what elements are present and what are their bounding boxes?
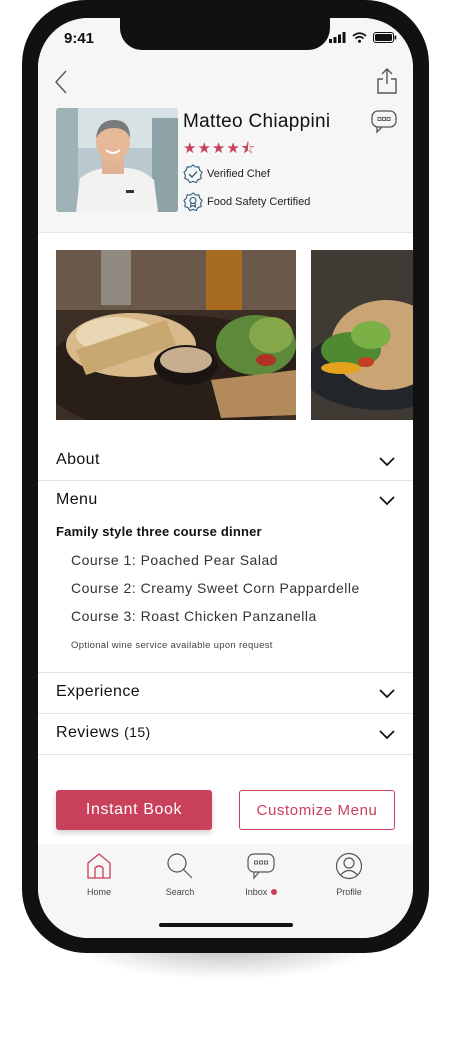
menu-course: Course 1: Poached Pear Salad [71,552,279,568]
wine-service-note: Optional wine service available upon req… [71,640,273,651]
tab-inbox-label: Inbox [231,887,291,897]
home-icon [87,853,111,879]
verified-chef-label: Verified Chef [207,168,270,180]
chevron-down-icon[interactable] [379,730,395,740]
signal-icon [329,32,346,43]
wifi-icon [352,32,367,43]
verified-chef-badge: Verified Chef [183,164,270,184]
reviews-label: Reviews [56,724,120,741]
dish-gallery[interactable] [56,250,413,420]
customize-menu-button[interactable]: Customize Menu [239,790,395,830]
reviews-count: (15) [124,724,151,740]
profile-icon [335,852,363,880]
tab-search-label: Search [165,887,195,897]
reviews-title: Reviews (15) [56,724,151,742]
about-section[interactable]: About [38,441,413,481]
chef-avatar [56,108,178,212]
menu-subtitle: Family style three course dinner [56,524,262,539]
reviews-section[interactable]: Reviews (15) [38,714,413,755]
tab-profile-label: Profile [336,887,362,897]
chef-header: Matteo Chiappini ★★★★⯪ Verified Chef Foo… [38,62,413,233]
verified-check-icon [183,164,203,184]
instant-book-button[interactable]: Instant Book [56,790,212,830]
message-icon[interactable] [371,110,397,134]
home-indicator [159,923,293,927]
rating-stars: ★★★★⯪ [183,140,256,157]
food-safety-label: Food Safety Certified [207,196,311,208]
menu-title[interactable]: Menu [56,491,98,509]
dish-photo-2[interactable] [311,250,413,420]
chevron-down-icon[interactable] [379,496,395,506]
menu-course: Course 2: Creamy Sweet Corn Pappardelle [71,580,360,596]
status-time: 9:41 [64,30,95,47]
tab-profile[interactable]: Profile [319,852,379,897]
tab-inbox-text: Inbox [245,887,268,897]
experience-title: Experience [56,683,141,700]
chevron-down-icon[interactable] [379,689,395,699]
device-notch [120,18,330,50]
back-icon[interactable] [54,70,68,94]
certificate-icon [183,192,203,212]
dish-photo-1[interactable] [56,250,296,420]
battery-icon [373,32,397,43]
inbox-icon [247,853,275,880]
tab-search[interactable]: Search [150,852,210,897]
share-icon[interactable] [376,67,398,95]
experience-section[interactable]: Experience [38,673,413,714]
chevron-down-icon[interactable] [379,457,395,467]
tab-home[interactable]: Home [69,852,129,897]
chef-name: Matteo Chiappini [183,111,331,132]
system-icons [329,32,397,43]
tab-inbox[interactable]: Inbox [231,852,291,897]
app-screen: 9:41 Matteo Chiappini ★★★★⯪ Verified Che… [38,18,413,938]
menu-course: Course 3: Roast Chicken Panzanella [71,608,317,624]
food-safety-badge: Food Safety Certified [183,192,310,212]
tab-home-label: Home [86,887,111,897]
search-icon [167,853,193,879]
about-title: About [56,451,100,468]
notification-dot [270,889,277,895]
